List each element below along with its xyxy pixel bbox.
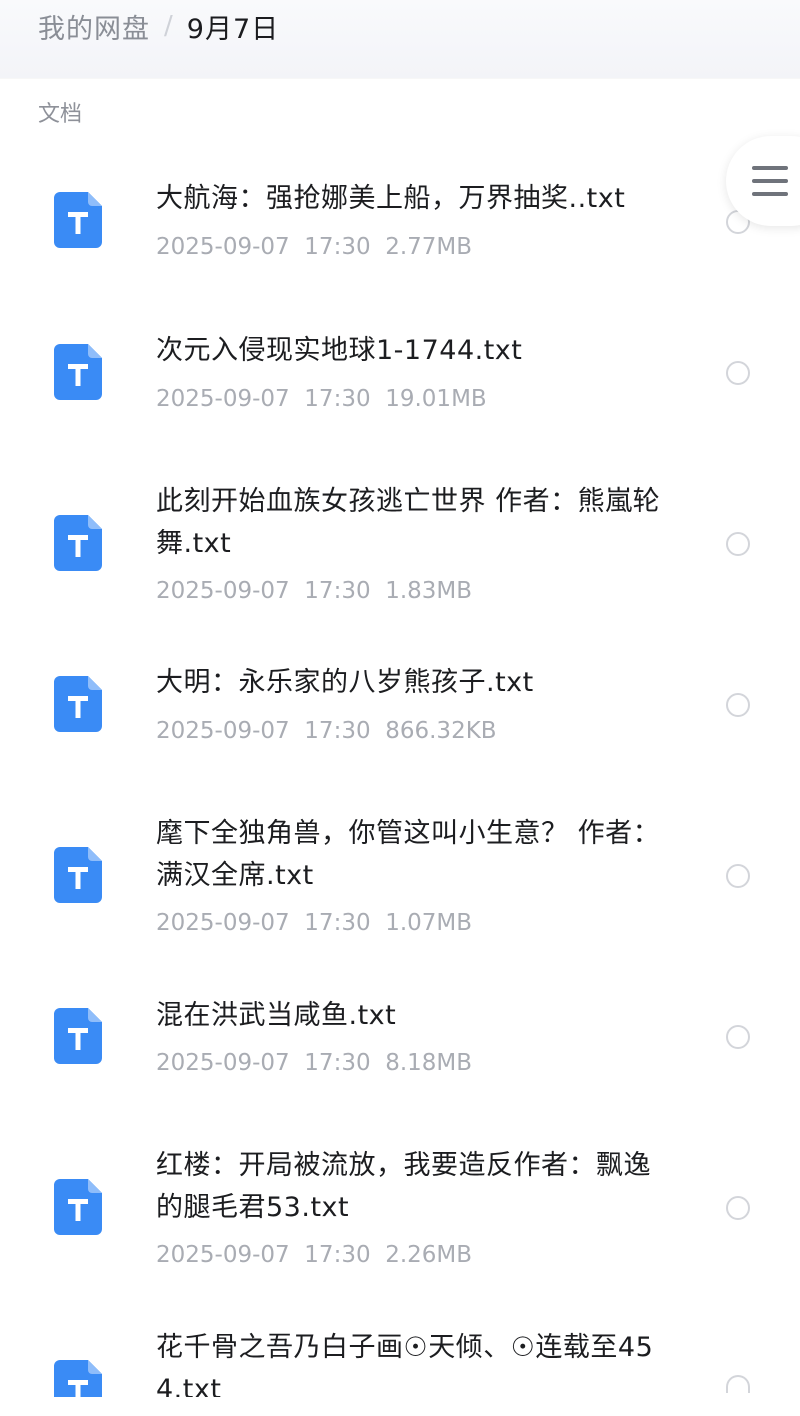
file-date: 2025-09-07 [156,1050,290,1076]
file-date: 2025-09-07 [156,1242,290,1268]
file-meta: 2025-09-07 17:30 19.01MB [156,386,487,412]
select-radio[interactable] [726,532,750,556]
top-bar: 我的网盘 / 9月7日 [0,0,800,78]
file-size: 1.07MB [385,910,473,936]
file-name: 花千骨之吾乃白子画☉天倾、☉连载至454.txt [156,1332,654,1397]
select-radio[interactable] [726,1025,750,1049]
file-name: 混在洪武当咸鱼.txt [156,1000,397,1031]
file-time: 17:30 [304,386,371,412]
select-radio[interactable] [726,693,750,717]
file-date: 2025-09-07 [156,578,290,604]
breadcrumb: 我的网盘 / 9月7日 [38,0,279,54]
file-size: 19.01MB [385,386,487,412]
breadcrumb-root[interactable]: 我的网盘 [38,7,150,46]
file-size: 1.83MB [385,578,473,604]
file-time: 17:30 [304,910,371,936]
txt-file-icon [54,1179,102,1235]
file-date: 2025-09-07 [156,234,290,260]
select-radio[interactable] [726,864,750,888]
file-time: 17:30 [304,578,371,604]
file-meta: 2025-09-07 17:30 2.26MB [156,1242,472,1268]
txt-file-icon [54,1008,102,1064]
breadcrumb-current: 9月7日 [186,13,280,45]
file-time: 17:30 [304,1050,371,1076]
file-meta: 2025-09-07 17:30 1.07MB [156,910,472,936]
select-radio[interactable] [726,361,750,385]
file-name: 大明：永乐家的八岁熊孩子.txt [156,667,534,698]
txt-file-icon [54,676,102,732]
breadcrumb-separator: / [164,11,173,41]
file-meta: 2025-09-07 17:30 8.18MB [156,1050,472,1076]
file-size: 2.26MB [385,1242,473,1268]
file-date: 2025-09-07 [156,386,290,412]
file-name: 大航海：强抢娜美上船，万界抽奖..txt [156,183,626,214]
file-time: 17:30 [304,1242,371,1268]
file-name: 次元入侵现实地球1-1744.txt [156,335,523,366]
file-date: 2025-09-07 [156,718,290,744]
file-size: 866.32KB [385,718,497,744]
file-size: 2.77MB [385,234,473,260]
txt-file-icon [54,344,102,400]
file-meta: 2025-09-07 17:30 1.83MB [156,578,472,604]
txt-file-icon [54,515,102,571]
file-time: 17:30 [304,234,371,260]
select-radio[interactable] [726,1375,750,1393]
file-name: 红楼：开局被流放，我要造反作者：飘逸的腿毛君53.txt [156,1150,651,1223]
file-time: 17:30 [304,718,371,744]
file-name: 此刻开始血族女孩逃亡世界 作者：熊嵐轮舞.txt [156,486,661,559]
section-label-documents: 文档 [38,102,83,127]
txt-file-icon [54,192,102,248]
txt-file-icon [54,1360,102,1416]
txt-file-icon [54,847,102,903]
select-radio[interactable] [726,1196,750,1220]
file-date: 2025-09-07 [156,910,290,936]
file-meta: 2025-09-07 17:30 2.77MB [156,234,472,260]
file-size: 8.18MB [385,1050,473,1076]
file-meta: 2025-09-07 17:30 866.32KB [156,718,497,744]
file-name: 麾下全独角兽，你管这叫小生意？ 作者：满汉全席.txt [156,818,661,891]
